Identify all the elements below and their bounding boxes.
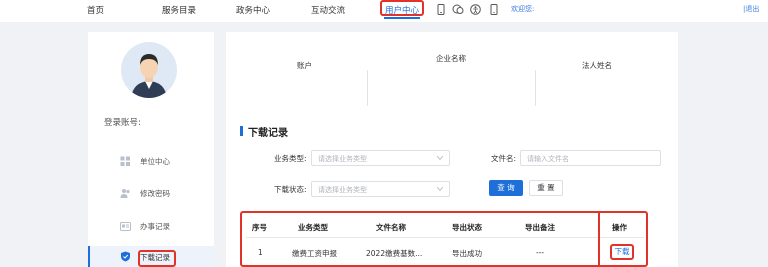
main-panel: 账户 企业名称 法人姓名 下载记录 业务类型: 请选择业务类型 文件名: 请输入…	[226, 32, 678, 267]
sidebar-download-highlight	[138, 250, 176, 267]
chat-icon[interactable]	[452, 4, 464, 15]
section-title-bar	[240, 126, 243, 136]
mobile-icon[interactable]	[490, 4, 498, 15]
nav-user-center-highlight	[380, 0, 424, 16]
account-label: 登录账号:	[104, 118, 141, 128]
download-records-table: 序号 业务类型 文件名称 导出状态 导出备注 操作 1 缴费工资申报 2022缴…	[240, 211, 648, 267]
sidebar-item-affairs-record[interactable]: 办事记录	[88, 217, 214, 237]
user-group-icon	[120, 189, 130, 198]
cell-index: 1	[258, 248, 263, 257]
section-title: 下载记录	[248, 128, 288, 139]
download-status-select[interactable]: 请选择业务类型	[311, 181, 450, 197]
table-header-business-type: 业务类型	[298, 223, 328, 232]
sidebar: 登录账号: 单位中心 修改密码 办事记录 下载记录	[88, 32, 214, 267]
column-divider	[535, 70, 536, 106]
id-card-icon	[120, 222, 131, 231]
download-status-placeholder: 请选择业务类型	[318, 186, 367, 194]
table-header-divider	[246, 237, 644, 238]
download-status-label: 下载状态:	[274, 185, 307, 194]
table-header-index: 序号	[252, 223, 267, 232]
sidebar-item-label: 办事记录	[140, 222, 170, 231]
nav-government-center[interactable]: 政务中心	[236, 4, 270, 16]
company-name-label: 企业名称	[436, 54, 466, 63]
sidebar-item-change-password[interactable]: 修改密码	[88, 184, 214, 204]
sidebar-item-unit-center[interactable]: 单位中心	[88, 152, 214, 172]
sidebar-item-label: 单位中心	[140, 157, 170, 166]
shield-icon	[121, 251, 130, 262]
legal-person-label: 法人姓名	[582, 61, 612, 70]
download-link[interactable]: 下载	[610, 244, 634, 260]
business-type-label: 业务类型:	[274, 154, 307, 163]
business-type-placeholder: 请选择业务类型	[318, 155, 367, 163]
grid-icon	[120, 156, 130, 166]
file-name-label: 文件名:	[491, 154, 517, 163]
user-avatar-icon	[121, 42, 177, 98]
table-header-export-status: 导出状态	[452, 223, 482, 232]
nav-active-underline	[384, 17, 420, 19]
cell-file-name: 2022缴费基数...	[366, 249, 423, 258]
nav-home[interactable]: 首页	[87, 4, 104, 16]
query-button[interactable]: 查 询	[489, 180, 523, 196]
phone-icon[interactable]	[437, 4, 445, 15]
reset-button[interactable]: 重 置	[529, 180, 563, 196]
avatar	[121, 42, 177, 98]
accessibility-icon[interactable]	[470, 4, 481, 15]
nav-interaction[interactable]: 互动交流	[311, 4, 345, 16]
top-navigation: 首页 服务目录 政务中心 互动交流 用户中心 欢迎您: |退出	[0, 0, 768, 22]
cell-export-status: 导出成功	[452, 249, 482, 258]
column-divider	[367, 70, 368, 106]
nav-service-catalog[interactable]: 服务目录	[162, 4, 196, 16]
welcome-text: 欢迎您:	[511, 5, 535, 13]
chevron-down-icon	[437, 156, 443, 160]
sidebar-item-label: 修改密码	[140, 189, 170, 198]
table-header-export-note: 导出备注	[525, 223, 555, 232]
user-label: 账户	[297, 61, 312, 70]
table-header-file-name: 文件名称	[376, 223, 406, 232]
cell-export-note: ---	[536, 248, 545, 257]
chevron-down-icon	[437, 187, 443, 191]
file-name-placeholder: 请输入文件名	[527, 155, 569, 163]
logout-link[interactable]: |退出	[743, 4, 759, 14]
business-type-select[interactable]: 请选择业务类型	[311, 150, 450, 166]
file-name-input[interactable]: 请输入文件名	[520, 150, 661, 166]
cell-business-type: 缴费工资申报	[292, 249, 337, 258]
